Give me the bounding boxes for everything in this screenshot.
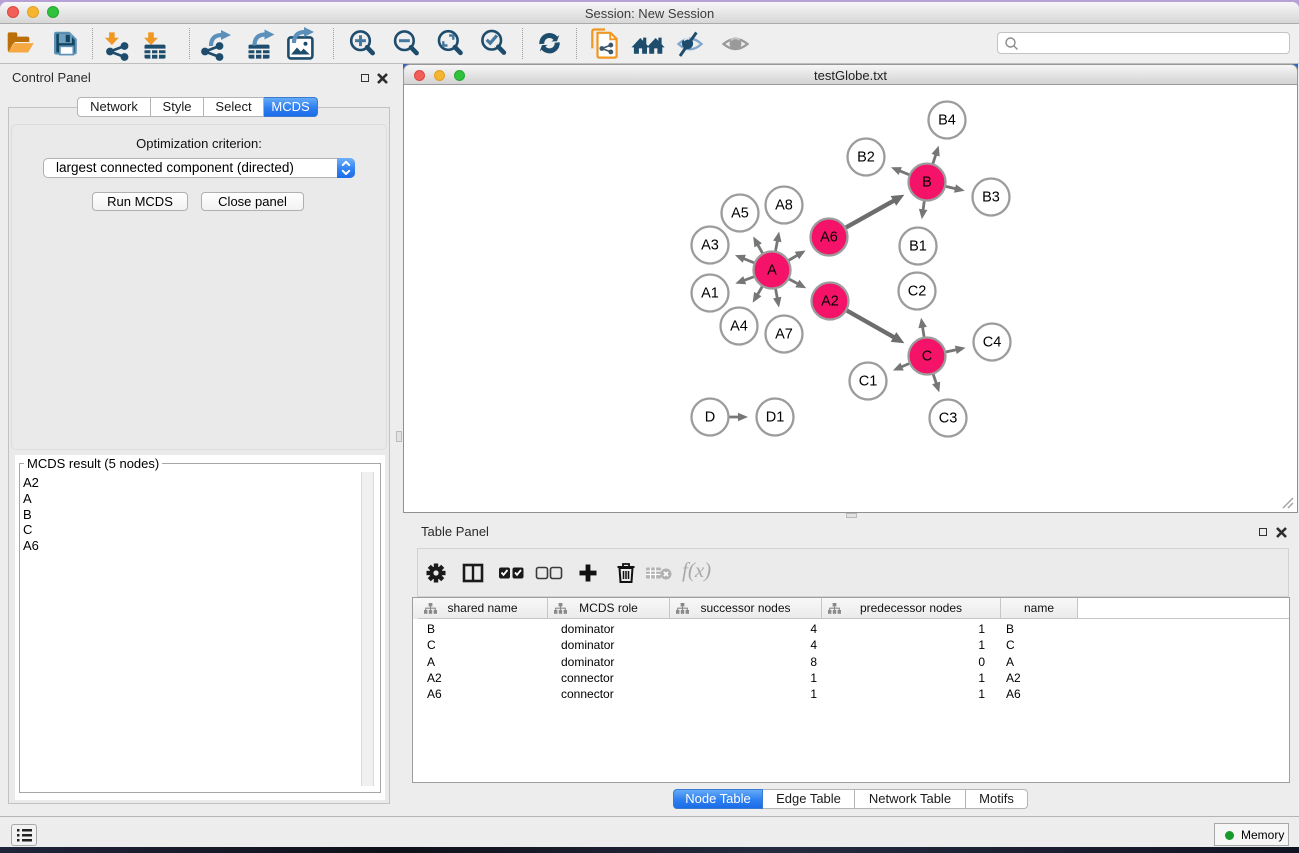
svg-text:B2: B2: [857, 150, 875, 166]
svg-text:A4: A4: [730, 319, 748, 335]
svg-text:B3: B3: [982, 190, 1000, 206]
svg-text:A2: A2: [821, 294, 839, 310]
svg-text:A6: A6: [820, 230, 838, 246]
svg-text:D1: D1: [766, 410, 785, 426]
svg-text:B4: B4: [938, 113, 956, 129]
svg-text:B: B: [922, 175, 932, 191]
svg-text:C: C: [922, 349, 932, 365]
svg-text:A7: A7: [775, 327, 793, 343]
svg-text:C3: C3: [939, 411, 958, 427]
svg-text:C2: C2: [908, 284, 927, 300]
svg-text:C4: C4: [983, 335, 1002, 351]
svg-text:C1: C1: [859, 374, 878, 390]
svg-text:A1: A1: [701, 286, 719, 302]
svg-text:A5: A5: [731, 206, 749, 222]
svg-text:D: D: [705, 410, 715, 426]
svg-text:A: A: [767, 263, 777, 279]
svg-text:A3: A3: [701, 238, 719, 254]
svg-text:A8: A8: [775, 198, 793, 214]
svg-text:B1: B1: [909, 239, 927, 255]
